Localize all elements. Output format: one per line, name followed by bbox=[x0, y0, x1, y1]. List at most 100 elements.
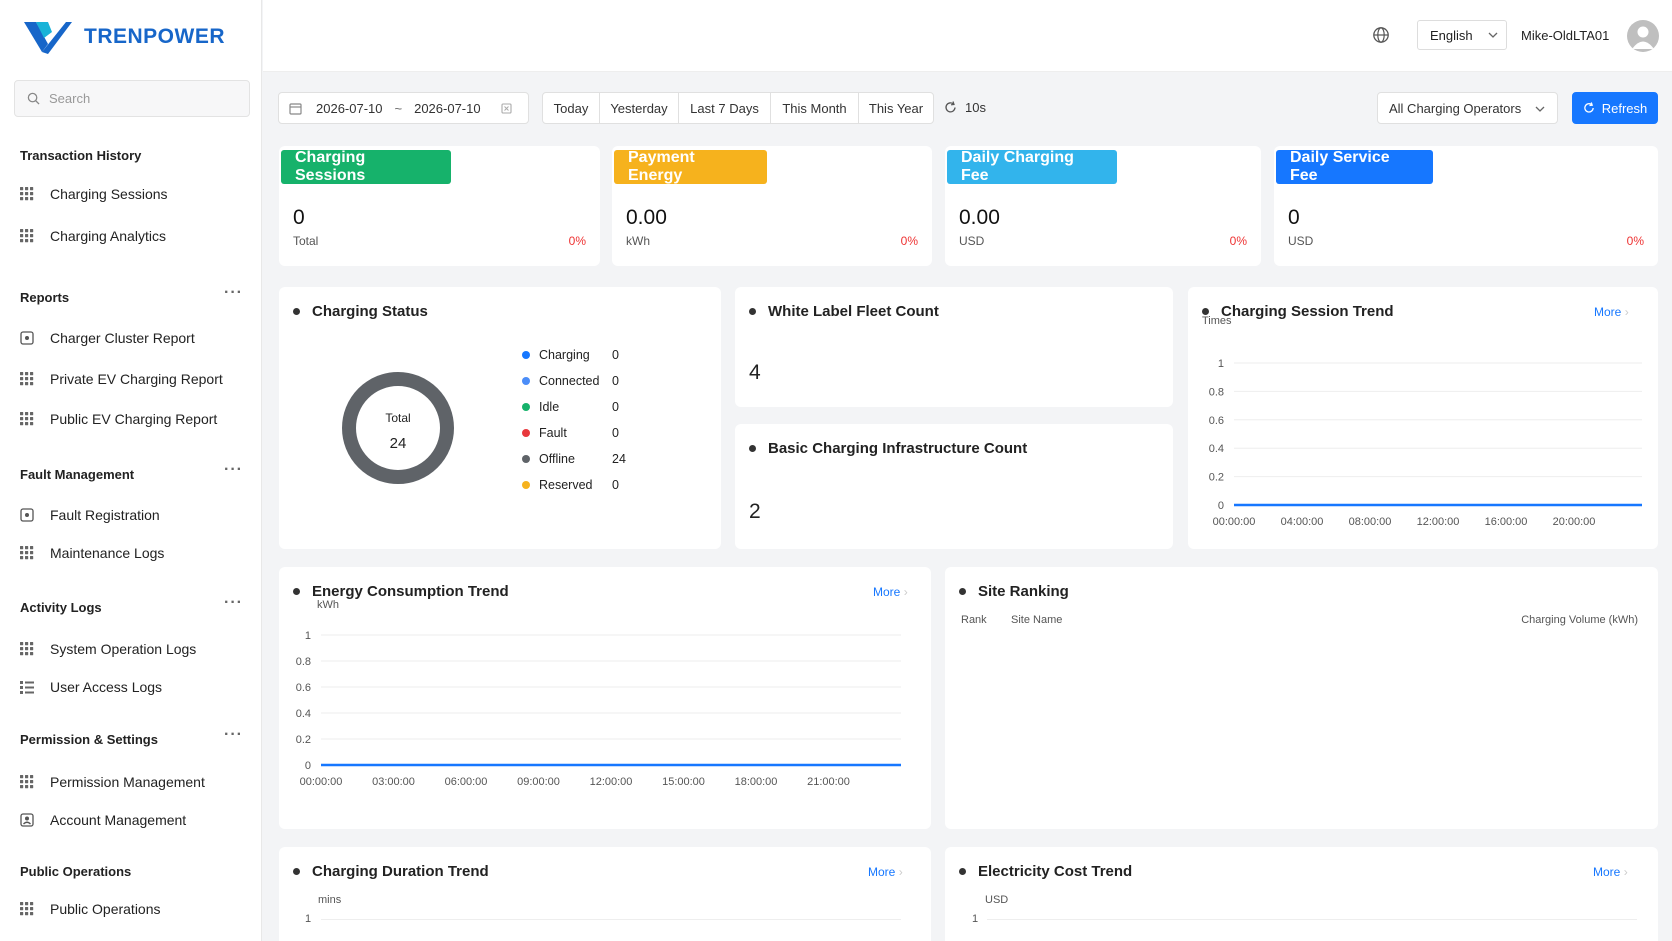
sidebar-item-label: Public EV Charging Report bbox=[50, 411, 218, 427]
sidebar-item-charger-cluster-report[interactable]: Charger Cluster Report bbox=[20, 330, 195, 346]
refresh-label: Refresh bbox=[1601, 100, 1648, 116]
sidebar-item-system-operation-logs[interactable]: System Operation Logs bbox=[20, 641, 196, 657]
kpi-unit: Total bbox=[293, 234, 319, 248]
range-this-year-button[interactable]: This Year bbox=[858, 92, 934, 124]
x-tick-label: 06:00:00 bbox=[445, 776, 488, 788]
section-activity-logs: Activity Logs bbox=[20, 600, 102, 615]
brand-logo[interactable]: TRENPOWER bbox=[22, 18, 225, 56]
panel-title: Charging Status bbox=[293, 303, 428, 320]
bullet-icon bbox=[749, 445, 756, 452]
y-tick-label: 0.4 bbox=[296, 708, 311, 720]
grid-icon bbox=[20, 412, 34, 426]
legend-label: Offline bbox=[539, 452, 575, 466]
sidebar: TRENPOWER Search Transaction History Cha… bbox=[0, 0, 262, 941]
clear-date-icon[interactable] bbox=[501, 102, 512, 114]
electricity-cost-trend-panel: Electricity Cost Trend More › USD 1 bbox=[945, 847, 1658, 941]
legend-value: 0 bbox=[612, 426, 619, 440]
reports-more-icon[interactable]: ··· bbox=[224, 284, 243, 302]
activity-more-icon[interactable]: ··· bbox=[224, 594, 243, 612]
bullet-icon bbox=[293, 308, 300, 315]
range-this-month-button[interactable]: This Month bbox=[770, 92, 859, 124]
kpi-value: 0 bbox=[293, 206, 305, 229]
chevron-down-icon bbox=[1488, 32, 1498, 38]
range-yesterday-button[interactable]: Yesterday bbox=[599, 92, 679, 124]
kpi-value: 0.00 bbox=[959, 206, 1000, 229]
sidebar-item-public-ev-charging-report[interactable]: Public EV Charging Report bbox=[20, 411, 217, 427]
range-last-7-days-button[interactable]: Last 7 Days bbox=[678, 92, 771, 124]
legend-value: 0 bbox=[612, 478, 619, 492]
legend-item-charging[interactable]: Charging 0 bbox=[522, 347, 619, 363]
sidebar-item-charging-analytics[interactable]: Charging Analytics bbox=[20, 228, 166, 244]
search-input[interactable]: Search bbox=[14, 80, 250, 117]
x-tick-label: 09:00:00 bbox=[517, 776, 560, 788]
more-link[interactable]: More › bbox=[1593, 865, 1628, 879]
kpi-title: Daily Service Fee bbox=[1276, 149, 1433, 184]
sidebar-item-user-access-logs[interactable]: User Access Logs bbox=[20, 679, 162, 695]
legend-item-offline[interactable]: Offline 24 bbox=[522, 451, 626, 467]
panel-title-text: Electricity Cost Trend bbox=[978, 863, 1133, 880]
axis-unit-label: USD bbox=[985, 894, 1009, 906]
sidebar-item-charging-sessions[interactable]: Charging Sessions bbox=[20, 186, 168, 202]
legend-value: 24 bbox=[612, 452, 626, 466]
fleet-count-value: 4 bbox=[749, 361, 761, 384]
report-icon bbox=[20, 508, 34, 522]
sidebar-item-account-management[interactable]: Account Management bbox=[20, 812, 186, 828]
fleet-count-panel: White Label Fleet Count 4 bbox=[735, 287, 1173, 407]
donut-ring-offline bbox=[342, 372, 454, 484]
date-range-picker[interactable]: 2026-07-10 ~ 2026-07-10 bbox=[278, 92, 529, 124]
y-tick-label: 0.8 bbox=[296, 656, 311, 668]
sidebar-item-label: Permission Management bbox=[50, 774, 205, 790]
panel-title-text: Charging Status bbox=[312, 303, 428, 320]
infrastructure-count-panel: Basic Charging Infrastructure Count 2 bbox=[735, 424, 1173, 549]
sidebar-item-label: Account Management bbox=[50, 812, 187, 828]
panel-title: White Label Fleet Count bbox=[749, 303, 939, 320]
permission-more-icon[interactable]: ··· bbox=[224, 726, 243, 744]
kpi-unit: USD bbox=[1288, 234, 1314, 248]
avatar[interactable] bbox=[1627, 20, 1659, 52]
bullet-icon bbox=[293, 868, 300, 875]
sidebar-item-private-ev-charging-report[interactable]: Private EV Charging Report bbox=[20, 371, 223, 387]
globe-icon[interactable] bbox=[1372, 26, 1390, 44]
search-placeholder: Search bbox=[49, 91, 91, 106]
axis-unit-label: kWh bbox=[317, 599, 339, 611]
infrastructure-count-value: 2 bbox=[749, 500, 761, 523]
legend-label: Idle bbox=[539, 400, 560, 414]
auto-refresh-toggle[interactable]: 10s bbox=[944, 100, 986, 115]
more-link[interactable]: More › bbox=[868, 865, 903, 879]
donut-total-value: 24 bbox=[389, 435, 407, 452]
fault-more-icon[interactable]: ··· bbox=[224, 461, 243, 479]
legend-item-reserved[interactable]: Reserved 0 bbox=[522, 477, 619, 493]
end-date: 2026-07-10 bbox=[414, 100, 481, 116]
section-public-operations: Public Operations bbox=[20, 864, 132, 879]
x-tick-label: 12:00:00 bbox=[1417, 516, 1460, 528]
operator-select[interactable]: All Charging Operators bbox=[1377, 92, 1558, 124]
sidebar-item-label: Charger Cluster Report bbox=[50, 330, 195, 346]
y-tick-label: 0.6 bbox=[296, 682, 311, 694]
legend-item-fault[interactable]: Fault 0 bbox=[522, 425, 619, 441]
column-header-site-name: Site Name bbox=[1011, 614, 1063, 626]
user-name[interactable]: Mike-OldLTA01 bbox=[1521, 28, 1609, 43]
kpi-change: 0% bbox=[900, 234, 918, 248]
sidebar-item-permission-management[interactable]: Permission Management bbox=[20, 774, 205, 790]
kpi-value: 0 bbox=[1288, 206, 1300, 229]
calendar-icon bbox=[289, 102, 302, 115]
section-permission-settings: Permission & Settings bbox=[20, 732, 158, 747]
operator-select-value: All Charging Operators bbox=[1389, 100, 1522, 116]
sidebar-item-public-operations[interactable]: Public Operations bbox=[20, 901, 161, 917]
panel-title-text: Basic Charging Infrastructure Count bbox=[768, 440, 1028, 457]
legend-item-idle[interactable]: Idle 0 bbox=[522, 399, 619, 415]
sidebar-item-fault-registration[interactable]: Fault Registration bbox=[20, 507, 160, 523]
axis-unit-label: mins bbox=[318, 894, 342, 906]
panel-title-text: Site Ranking bbox=[978, 583, 1069, 600]
y-tick-label: 0.2 bbox=[1209, 472, 1224, 484]
y-tick-label: 1 bbox=[1218, 358, 1224, 370]
axis-unit-label: Times bbox=[1202, 315, 1232, 327]
charging-session-trend-panel: Charging Session Trend More › Times 1 0.8 0… bbox=[1188, 287, 1658, 549]
sidebar-item-maintenance-logs[interactable]: Maintenance Logs bbox=[20, 545, 164, 561]
range-today-button[interactable]: Today bbox=[542, 92, 600, 124]
legend-item-connected[interactable]: Connected 0 bbox=[522, 373, 619, 389]
language-select[interactable]: English bbox=[1417, 20, 1507, 50]
sidebar-item-label: Fault Registration bbox=[50, 507, 160, 523]
legend-swatch bbox=[522, 403, 530, 411]
refresh-button[interactable]: Refresh bbox=[1572, 92, 1658, 124]
